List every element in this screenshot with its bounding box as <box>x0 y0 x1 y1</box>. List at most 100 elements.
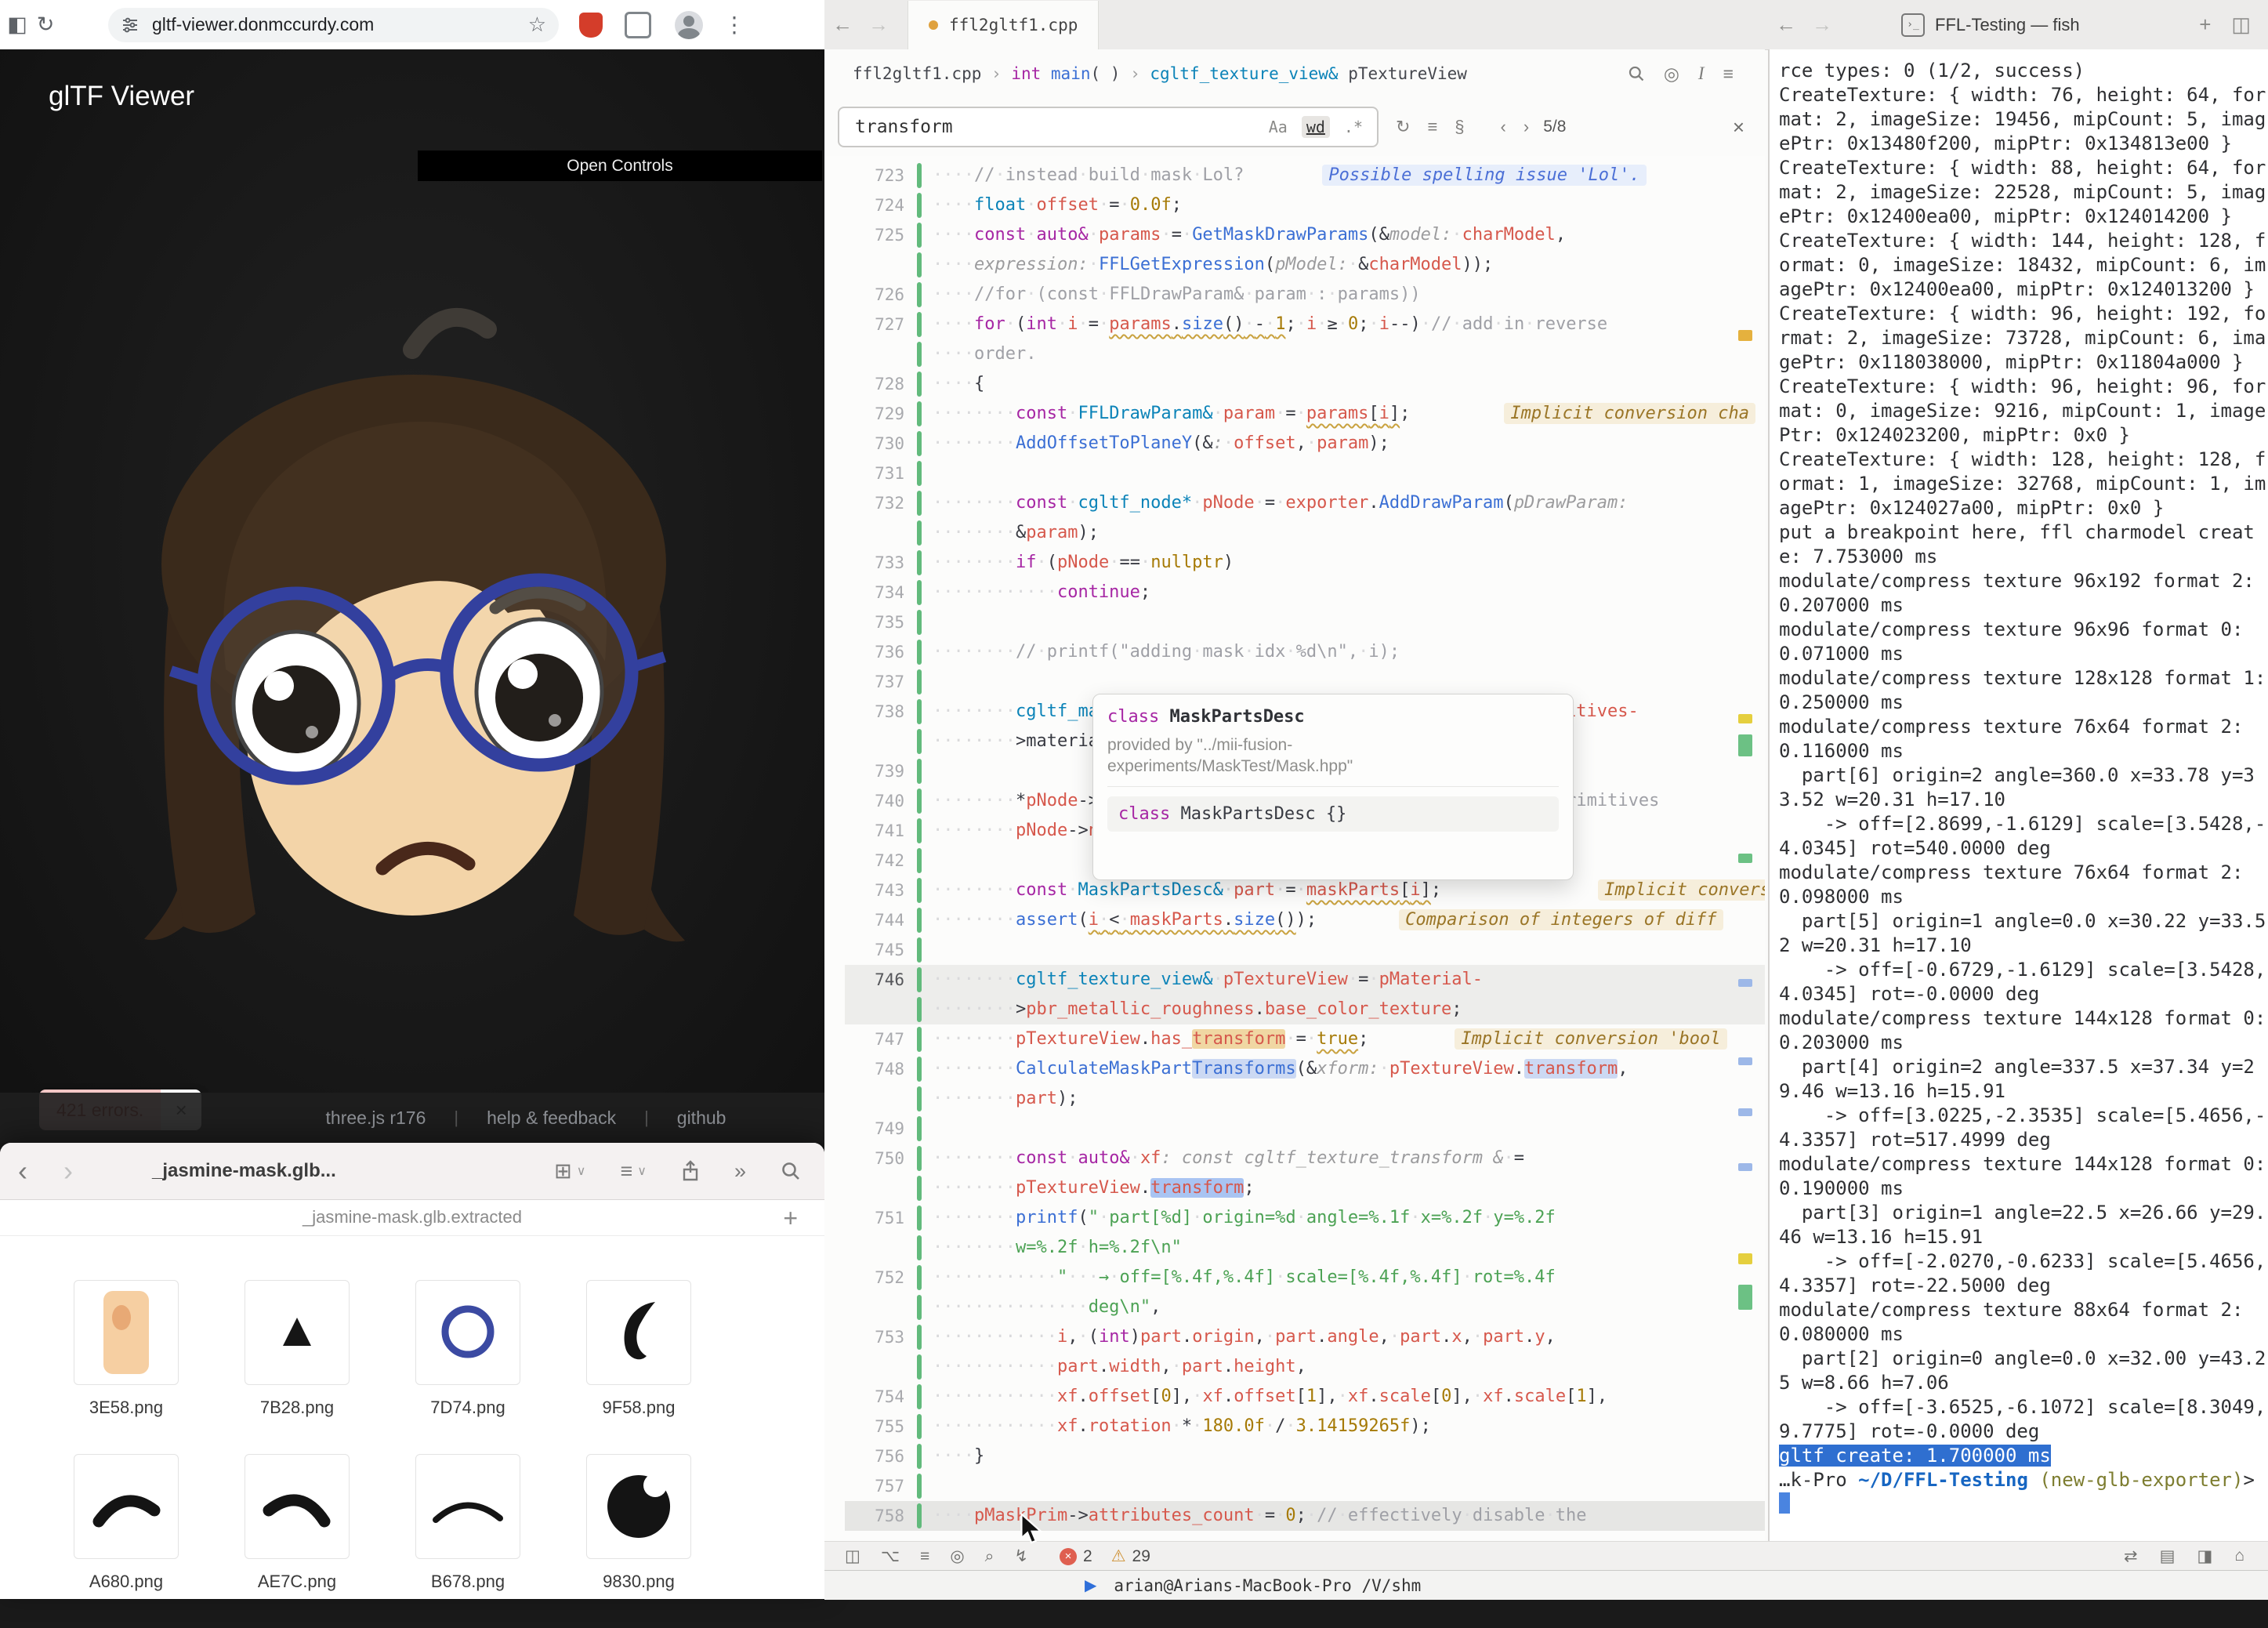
search-panel-icon[interactable]: ⌕ <box>985 1547 995 1566</box>
terminal-panel[interactable]: rce types: 0 (1/2, success)CreateTexture… <box>1768 49 2268 1541</box>
code-line[interactable]: 732········const·cgltf_node*·pNode·=·exp… <box>845 488 1765 518</box>
url-text[interactable]: gltf-viewer.donmccurdy.com <box>152 14 528 35</box>
buffer-search-icon[interactable] <box>1628 65 1645 82</box>
code-line[interactable]: 744········assert(i·<·maskParts.size());… <box>845 905 1765 935</box>
outline-list-icon[interactable]: ≡ <box>1723 63 1734 85</box>
code-line[interactable]: 735 <box>845 607 1765 637</box>
code-line[interactable]: 749 <box>845 1114 1765 1144</box>
editor-scrollbar[interactable] <box>1735 156 1757 1541</box>
split-pane-icon[interactable]: ◫ <box>2231 13 2251 37</box>
address-bar[interactable]: gltf-viewer.donmccurdy.com ☆ <box>108 8 559 42</box>
back-button[interactable]: ‹ <box>0 1155 45 1187</box>
footer-link[interactable]: github <box>677 1108 726 1129</box>
search-icon[interactable] <box>781 1161 801 1181</box>
browser-menu-icon[interactable]: ⋮ <box>723 12 745 38</box>
search-close-icon[interactable]: × <box>1733 115 1744 140</box>
forward-button[interactable]: › <box>45 1155 91 1187</box>
file-thumbnail[interactable] <box>586 1454 691 1559</box>
file-item[interactable]: 7D74.png <box>382 1280 553 1454</box>
group-view-button[interactable]: ≡∨ <box>620 1159 646 1184</box>
file-item[interactable]: AE7C.png <box>212 1454 382 1628</box>
code-line[interactable]: 748········CalculateMaskPartTransforms(&… <box>845 1054 1765 1084</box>
code-line[interactable]: 757 <box>845 1471 1765 1501</box>
nav-back-icon[interactable]: ← <box>824 13 860 37</box>
footer-link[interactable]: help & feedback <box>487 1108 616 1129</box>
tab-ffl2gltf1[interactable]: ffl2gltf1.cpp <box>908 1 1099 49</box>
refresh-icon[interactable]: ↻ <box>28 13 63 37</box>
previous-match-icon[interactable]: ‹ <box>1501 117 1506 137</box>
case-sensitive-toggle[interactable]: Aa <box>1269 118 1288 136</box>
code-line[interactable]: ············part.width,·part.height, <box>845 1352 1765 1382</box>
code-line[interactable]: 750········const·auto&·xf: const cgltf_t… <box>845 1144 1765 1173</box>
file-item[interactable]: 9F58.png <box>553 1280 724 1454</box>
terminal-nav-back-icon[interactable]: ← <box>1768 13 1804 37</box>
icon-view-button[interactable]: ⊞∨ <box>554 1159 585 1184</box>
file-thumbnail[interactable] <box>415 1280 520 1385</box>
code-line[interactable]: 754············xf.offset[0],·xf.offset[1… <box>845 1382 1765 1412</box>
code-line[interactable]: ········&param); <box>845 518 1765 548</box>
symbol-outline-icon[interactable]: ◎ <box>1664 63 1679 85</box>
search-input[interactable]: transform Aa wd .* <box>838 107 1379 147</box>
diagnostics-summary[interactable]: × 2 ⚠ 29 <box>1060 1546 1150 1566</box>
whole-word-toggle[interactable]: wd <box>1302 116 1330 138</box>
code-line[interactable]: 752············"···→·off=[%.4f,%.4f]·sca… <box>845 1263 1765 1293</box>
branch-icon[interactable]: ⌥ <box>881 1546 900 1566</box>
code-line[interactable]: 746········cgltf_texture_view&·pTextureV… <box>845 965 1765 995</box>
code-line[interactable]: 730········AddOffsetToPlaneY(&:·offset,·… <box>845 429 1765 459</box>
code-line[interactable]: ········part); <box>845 1084 1765 1114</box>
selection-search-icon[interactable]: § <box>1455 117 1464 137</box>
filter-icon[interactable]: ≡ <box>1427 117 1437 137</box>
code-line[interactable]: 734············continue; <box>845 578 1765 607</box>
code-line[interactable]: 737 <box>845 667 1765 697</box>
file-thumbnail[interactable] <box>74 1454 179 1559</box>
code-line[interactable]: ····expression:·FFLGetExpression(pModel:… <box>845 250 1765 280</box>
code-line[interactable]: 725····const·auto&·params·=·GetMaskDrawP… <box>845 220 1765 250</box>
file-item[interactable]: 3E58.png <box>41 1280 212 1454</box>
footer-link[interactable]: three.js r176 <box>326 1108 426 1129</box>
file-item[interactable]: B678.png <box>382 1454 553 1628</box>
code-line[interactable]: ····order. <box>845 339 1765 369</box>
assistant-icon[interactable]: ⌂ <box>2234 1546 2244 1566</box>
code-line[interactable]: ········>pbr_metallic_roughness.base_col… <box>845 995 1765 1024</box>
collab-icon[interactable]: ◎ <box>950 1546 964 1566</box>
file-thumbnail[interactable] <box>245 1280 350 1385</box>
file-thumbnail[interactable] <box>586 1280 691 1385</box>
code-line[interactable]: 723····//·instead·build·mask·Lol?Possibl… <box>845 161 1765 190</box>
share-icon[interactable] <box>681 1160 700 1182</box>
bookmark-star-icon[interactable]: ☆ <box>528 13 546 37</box>
terminal-nav-forward-icon[interactable]: → <box>1804 13 1840 37</box>
outline-icon[interactable]: ≡ <box>920 1547 929 1566</box>
code-line[interactable]: 726····//for·(const·FFLDrawParam&·param·… <box>845 280 1765 310</box>
code-line[interactable]: 758····pMaskPrim->attributes_count·=·0;·… <box>845 1501 1765 1531</box>
quick-actions-icon[interactable]: ↯ <box>1014 1546 1028 1566</box>
file-item[interactable]: A680.png <box>41 1454 212 1628</box>
site-settings-icon[interactable] <box>121 16 139 34</box>
project-panel-icon[interactable]: ◫ <box>845 1546 860 1566</box>
code-line[interactable]: 728····{ <box>845 369 1765 399</box>
next-match-icon[interactable]: › <box>1523 117 1529 137</box>
code-line[interactable]: ········pTextureView.transform; <box>845 1173 1765 1203</box>
inlay-hints-icon[interactable]: I <box>1698 63 1705 84</box>
gltf-viewer-canvas[interactable]: glTF Viewer Open Controls <box>0 49 824 1143</box>
code-line[interactable]: 727····for·(int·i·=·params.size()·-·1;·i… <box>845 310 1765 339</box>
code-line[interactable]: 733········if·(pNode·==·nullptr) <box>845 548 1765 578</box>
ublock-extension-icon[interactable] <box>579 13 603 38</box>
open-controls-button[interactable]: Open Controls <box>418 150 822 181</box>
more-toolbar-icon[interactable]: » <box>734 1159 746 1184</box>
file-thumbnail[interactable] <box>74 1280 179 1385</box>
code-line[interactable]: 724····float·offset·=·0.0f; <box>845 190 1765 220</box>
code-line[interactable]: 731 <box>845 459 1765 488</box>
profile-avatar[interactable] <box>675 11 703 39</box>
search-query-text[interactable]: transform <box>855 117 1269 137</box>
terminal-tab[interactable]: ›_ FFL-Testing — fish <box>1901 13 2080 37</box>
file-thumbnail[interactable] <box>245 1454 350 1559</box>
copilot-icon[interactable]: ⇄ <box>2124 1546 2138 1566</box>
breadcrumb[interactable]: ffl2gltf1.cpp › int main( ) › cgltf_text… <box>824 49 1765 98</box>
right-dock-toggle-icon[interactable]: ◨ <box>2197 1546 2212 1566</box>
add-tag-icon[interactable]: + <box>783 1204 798 1233</box>
extension-icon[interactable] <box>625 12 651 38</box>
code-line[interactable]: 756····} <box>845 1441 1765 1471</box>
nav-forward-icon[interactable]: → <box>860 13 897 37</box>
code-line[interactable]: 753············i,·(int)part.origin,·part… <box>845 1322 1765 1352</box>
code-line[interactable]: 736········//·printf("adding·mask·idx·%d… <box>845 637 1765 667</box>
